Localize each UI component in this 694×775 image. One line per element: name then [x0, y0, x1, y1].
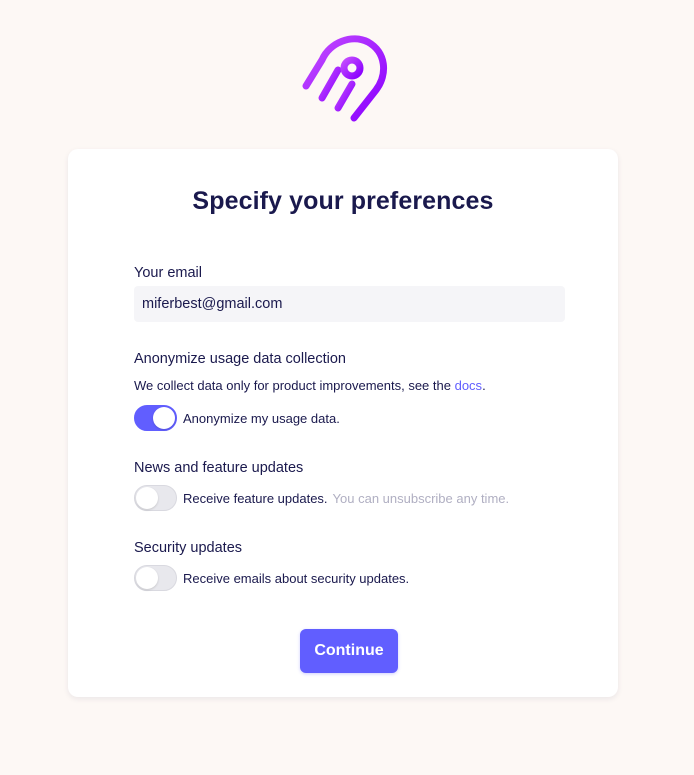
page-title: Specify your preferences — [192, 187, 494, 215]
toggle-knob — [136, 487, 158, 509]
anonymize-description: We collect data only for product improve… — [134, 378, 486, 393]
toggle-knob — [136, 567, 158, 589]
security-label: Security updates — [134, 540, 243, 556]
docs-link[interactable]: docs — [455, 378, 482, 393]
news-label: News and feature updates — [134, 460, 304, 476]
news-row: Receive feature updates. You can unsubsc… — [134, 485, 509, 511]
security-toggle[interactable] — [134, 565, 177, 591]
security-toggle-label: Receive emails about security updates. — [183, 570, 410, 586]
anonymize-label: Anonymize usage data collection — [134, 351, 346, 367]
continue-button[interactable]: Continue — [300, 629, 398, 673]
news-hint: You can unsubscribe any time. — [332, 490, 510, 506]
airbyte-logo — [302, 35, 387, 122]
security-row: Receive emails about security updates. — [134, 565, 409, 591]
email-field[interactable] — [134, 286, 565, 322]
anonymize-toggle[interactable] — [134, 405, 177, 431]
anonymize-description-end: . — [482, 378, 486, 393]
anonymize-description-text: We collect data only for product improve… — [134, 378, 455, 393]
anonymize-row: Anonymize my usage data. — [134, 405, 340, 431]
email-label: Your email — [134, 265, 202, 281]
anonymize-toggle-label: Anonymize my usage data. — [183, 410, 340, 426]
toggle-knob — [153, 407, 175, 429]
preferences-card: Specify your preferences Your email Anon… — [68, 149, 618, 697]
news-toggle-label: Receive feature updates. — [183, 490, 328, 506]
news-toggle[interactable] — [134, 485, 177, 511]
